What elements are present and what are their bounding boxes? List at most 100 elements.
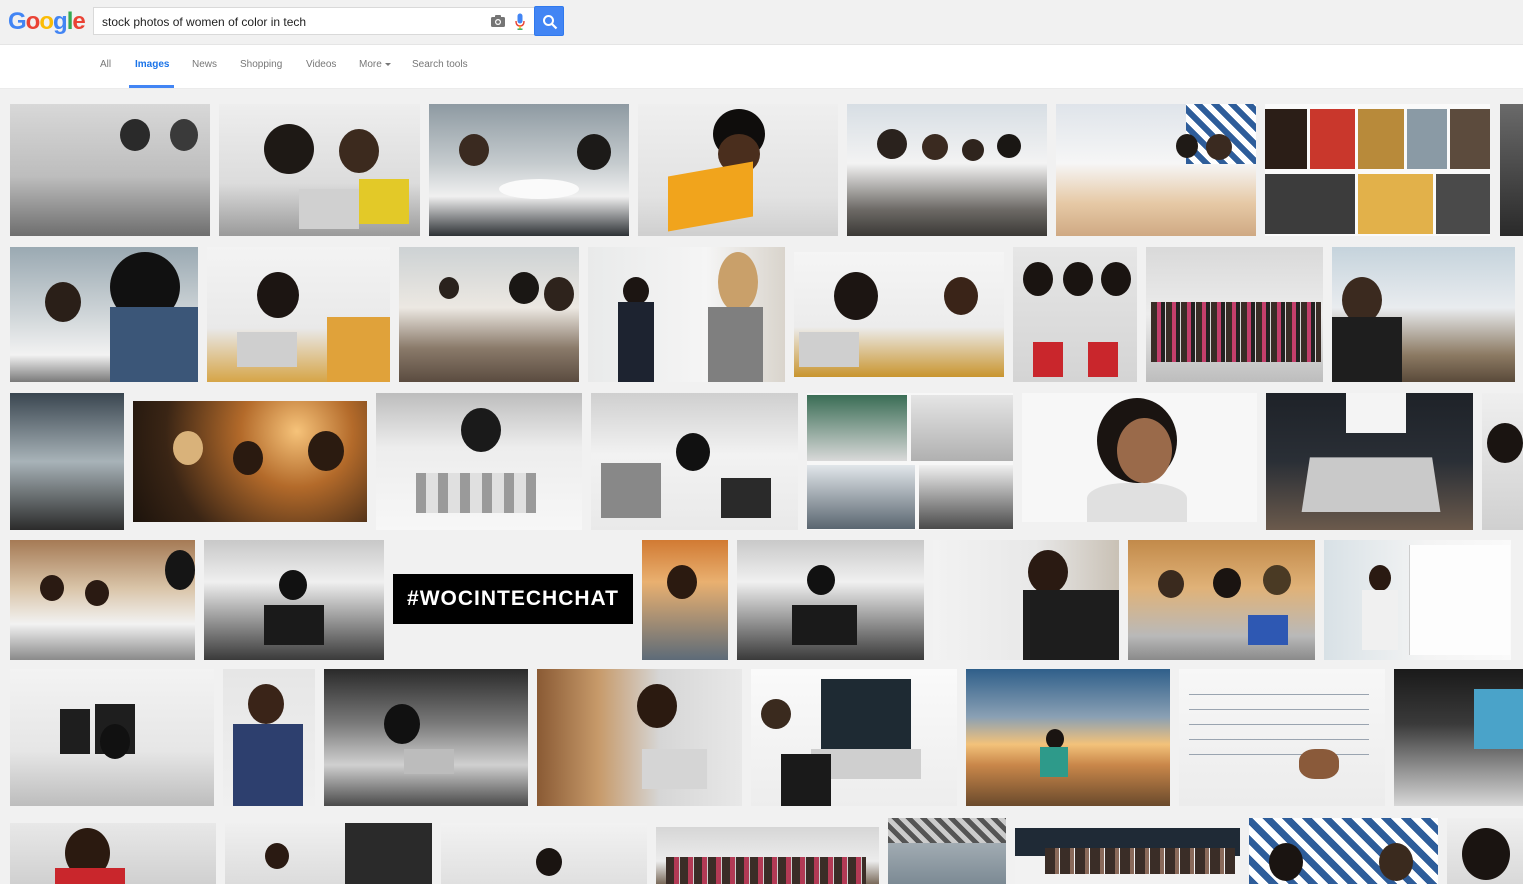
image-result[interactable] [1394, 669, 1523, 806]
tab-videos[interactable]: Videos [306, 59, 336, 70]
image-result[interactable] [588, 247, 785, 382]
image-result[interactable] [966, 669, 1170, 806]
image-result[interactable] [847, 104, 1047, 236]
image-result-figure [308, 431, 344, 471]
image-result-figure [1379, 843, 1413, 881]
image-result-collage-tile [1310, 109, 1355, 169]
image-result[interactable] [656, 827, 879, 884]
tab-news[interactable]: News [192, 59, 217, 70]
image-result-whiteboard [1409, 545, 1510, 655]
image-result[interactable] [1179, 669, 1385, 806]
image-result[interactable] [642, 540, 728, 660]
image-result-people-row [666, 857, 866, 884]
image-result-people-row [1045, 848, 1235, 874]
image-result[interactable] [537, 669, 742, 806]
image-result[interactable] [10, 247, 198, 382]
image-result[interactable] [933, 540, 1119, 660]
image-results-grid: #WOCINTECHCHAT [0, 89, 1523, 884]
search-button[interactable] [534, 6, 564, 36]
image-result[interactable] [1324, 540, 1511, 660]
google-logo[interactable]: Google [8, 8, 86, 36]
image-result-laptop [1301, 457, 1441, 513]
image-result[interactable] [10, 104, 210, 236]
tab-images[interactable]: Images [135, 59, 169, 70]
image-result-figure [339, 129, 379, 173]
image-result-figure [40, 575, 64, 601]
camera-icon[interactable] [490, 14, 506, 28]
image-result[interactable] [10, 540, 195, 660]
image-result-figure [1023, 262, 1053, 296]
mic-icon[interactable] [515, 13, 525, 30]
image-result[interactable] [441, 823, 647, 884]
image-result[interactable] [376, 393, 582, 530]
image-result[interactable] [223, 669, 315, 806]
image-result-bag [1033, 342, 1063, 377]
image-result-figure [1158, 570, 1184, 598]
image-result-collage-tile [919, 465, 1013, 529]
image-result[interactable] [1332, 247, 1515, 382]
image-result[interactable] [1249, 818, 1438, 884]
image-result[interactable] [324, 669, 528, 806]
image-result[interactable] [888, 818, 1006, 884]
image-result-figure [509, 272, 539, 304]
image-result-figure [100, 724, 130, 759]
image-result[interactable] [429, 104, 629, 236]
image-result-figure [279, 570, 307, 600]
image-result-table [499, 179, 579, 199]
image-result[interactable] [751, 669, 957, 806]
image-result-figure [1269, 843, 1303, 881]
image-result[interactable] [1128, 540, 1315, 660]
image-result-collage-tile [1407, 109, 1447, 169]
image-result[interactable] [591, 393, 798, 530]
image-result[interactable] [737, 540, 924, 660]
tab-shopping[interactable]: Shopping [240, 59, 282, 70]
image-result[interactable] [807, 393, 1013, 530]
image-result-figure [459, 134, 489, 166]
tab-all[interactable]: All [100, 59, 111, 70]
image-result[interactable] [1146, 247, 1323, 382]
image-result[interactable] [1056, 104, 1256, 236]
image-result[interactable] [638, 104, 838, 236]
image-result[interactable] [1500, 104, 1523, 236]
image-result-figure [1063, 262, 1093, 296]
image-result[interactable] [204, 540, 384, 660]
image-result[interactable] [225, 823, 432, 884]
image-result-figure [1046, 729, 1064, 749]
image-result[interactable] [1015, 828, 1240, 884]
logo-letter: e [72, 8, 85, 35]
image-result[interactable] [10, 393, 124, 530]
image-result-figure [257, 272, 299, 318]
image-result[interactable] [1265, 104, 1490, 236]
image-result[interactable] [10, 669, 214, 806]
image-result[interactable] [133, 401, 367, 522]
image-result[interactable] [219, 104, 420, 236]
image-result[interactable] [1013, 247, 1137, 382]
image-result[interactable] [794, 252, 1004, 377]
wocintechchat-banner[interactable]: #WOCINTECHCHAT [393, 574, 633, 624]
image-result-whiteboard-text [1189, 689, 1369, 769]
image-result[interactable] [1447, 818, 1523, 884]
image-result-figure [1487, 423, 1523, 463]
image-result[interactable] [1266, 393, 1473, 530]
image-result-figure [439, 277, 459, 299]
image-result-laptop [264, 605, 324, 645]
image-result-collage-tile [1358, 174, 1433, 234]
top-bar: Google [0, 0, 1523, 45]
image-result-figure [544, 277, 574, 311]
image-result-figure [922, 134, 948, 160]
image-result-figure [834, 272, 878, 320]
image-result-laptop [642, 749, 707, 789]
image-result-coffee [761, 699, 791, 729]
tab-more[interactable]: More [359, 59, 391, 70]
image-result[interactable] [1022, 393, 1257, 522]
image-result[interactable] [399, 247, 579, 382]
image-result-figure [85, 580, 109, 606]
image-result[interactable] [1482, 393, 1523, 530]
tab-search-tools[interactable]: Search tools [412, 59, 468, 70]
image-result[interactable] [207, 247, 390, 382]
search-input[interactable] [100, 11, 484, 33]
image-result[interactable] [10, 823, 216, 884]
image-result-clothing [1040, 747, 1068, 777]
image-result-figure [1176, 134, 1198, 158]
image-result-laptop [299, 189, 359, 229]
